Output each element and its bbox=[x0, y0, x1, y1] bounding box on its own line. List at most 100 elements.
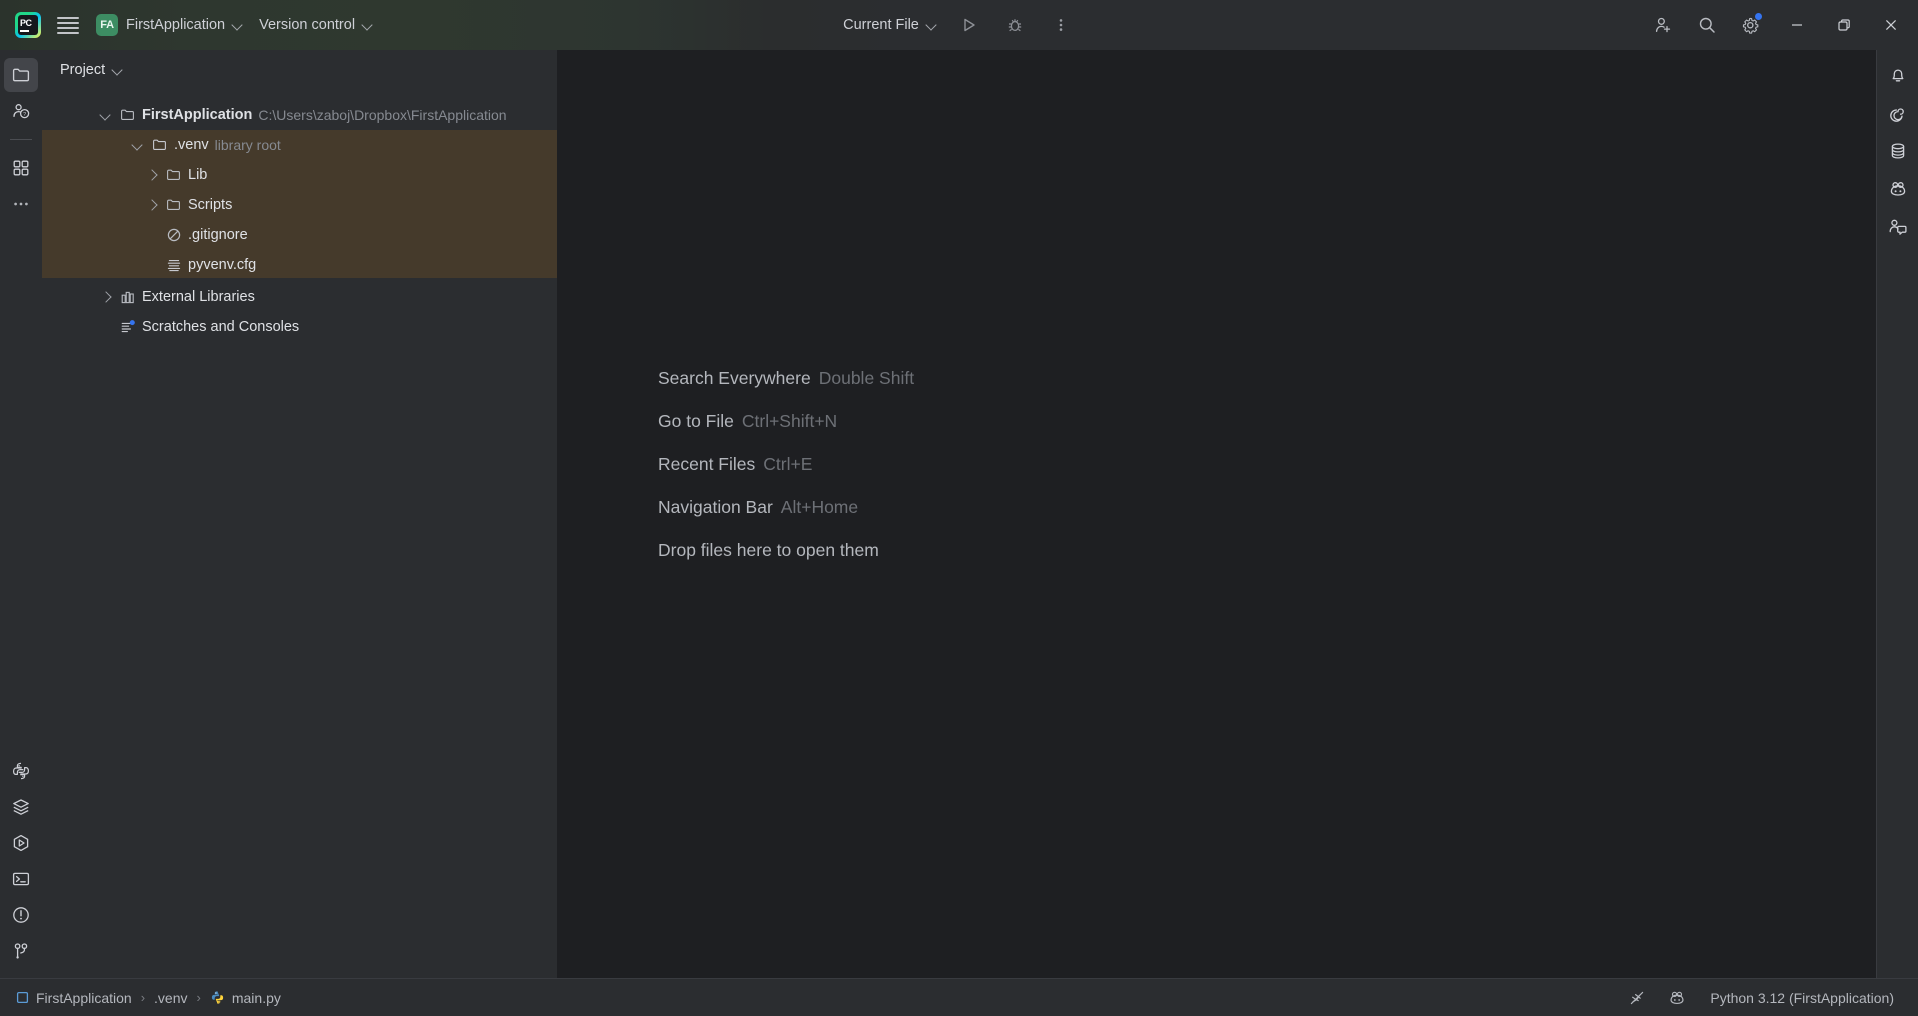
people-chat-icon bbox=[1888, 217, 1908, 237]
gitignore-icon bbox=[166, 227, 182, 243]
sidebar-item-problems[interactable] bbox=[4, 898, 38, 932]
project-widget[interactable]: FA FirstApplication bbox=[88, 10, 251, 40]
layers-icon bbox=[11, 797, 31, 817]
breadcrumb-main-py[interactable]: main.py bbox=[204, 987, 287, 1009]
pycharm-logo-icon: PC bbox=[15, 12, 41, 38]
breadcrumb-firstapplication[interactable]: FirstApplication bbox=[10, 987, 138, 1009]
bot-icon bbox=[1668, 989, 1686, 1007]
project-tool-window: Project FirstApplication C:\Users\ bbox=[42, 50, 557, 978]
chevron-down-icon[interactable] bbox=[98, 107, 114, 123]
sidebar-item-python-console[interactable] bbox=[4, 754, 38, 788]
project-pane-header: Project bbox=[42, 50, 557, 90]
tree-row-pyvenv-cfg[interactable]: pyvenv.cfg bbox=[42, 250, 557, 280]
sidebar-item-run[interactable] bbox=[4, 826, 38, 860]
tree-row-secondary: C:\Users\zaboj\Dropbox\FirstApplication bbox=[258, 107, 506, 123]
project-pane-title: Project bbox=[60, 62, 105, 78]
sidebar-item-database[interactable] bbox=[1881, 134, 1915, 168]
hint-shortcut: Ctrl+Shift+N bbox=[742, 411, 837, 431]
folder-icon bbox=[166, 197, 182, 213]
breadcrumb-venv[interactable]: .venv bbox=[148, 987, 193, 1009]
svg-text:?: ? bbox=[23, 112, 26, 118]
tree-row-gitignore[interactable]: .gitignore bbox=[42, 220, 557, 250]
version-control-label: Version control bbox=[259, 17, 355, 33]
tree-row-label: FirstApplication bbox=[142, 107, 252, 123]
tree-row-scripts[interactable]: Scripts bbox=[42, 190, 557, 220]
project-name-label: FirstApplication bbox=[126, 17, 225, 33]
library-icon bbox=[120, 289, 136, 305]
tree-row-lib[interactable]: Lib bbox=[42, 160, 557, 190]
settings-update-badge bbox=[1755, 13, 1762, 20]
sidebar-item-plugins[interactable] bbox=[4, 151, 38, 185]
hint-action: Go to File bbox=[658, 411, 734, 431]
tree-row-label: pyvenv.cfg bbox=[188, 257, 256, 273]
tree-row-firstapplication[interactable]: FirstApplication C:\Users\zaboj\Dropbox\… bbox=[42, 100, 557, 130]
sidebar-item-notifications[interactable] bbox=[1881, 58, 1915, 92]
tree-row-venv[interactable]: .venv library root bbox=[42, 130, 557, 160]
junie-status-button[interactable] bbox=[1664, 985, 1690, 1011]
sidebar-item-learn[interactable]: ? bbox=[4, 94, 38, 128]
hint-navigation-bar[interactable]: Navigation BarAlt+Home bbox=[658, 497, 914, 518]
search-icon bbox=[1697, 15, 1717, 35]
sidebar-item-code-with-me[interactable] bbox=[1881, 210, 1915, 244]
sidebar-item-python-packages[interactable] bbox=[4, 790, 38, 824]
sidebar-item-project[interactable] bbox=[4, 58, 38, 92]
breadcrumb-label: FirstApplication bbox=[36, 990, 132, 1006]
hint-recent-files[interactable]: Recent FilesCtrl+E bbox=[658, 454, 914, 475]
sidebar-item-ai-assistant[interactable] bbox=[1881, 96, 1915, 130]
project-view-selector[interactable]: Project bbox=[54, 57, 129, 83]
sidebar-item-more-tool-windows[interactable] bbox=[4, 187, 38, 221]
run-icon bbox=[960, 16, 978, 34]
spiral-icon bbox=[1888, 103, 1908, 123]
restore-icon bbox=[1837, 18, 1851, 32]
editor-hint-list: Search EverywhereDouble Shift Go to File… bbox=[658, 368, 914, 561]
run-configuration-selector[interactable]: Current File bbox=[835, 10, 945, 40]
tree-row-secondary: library root bbox=[215, 137, 281, 153]
tree-row-external-libraries[interactable]: External Libraries bbox=[42, 282, 557, 312]
main-menu-button[interactable] bbox=[48, 5, 88, 45]
hint-shortcut: Alt+Home bbox=[781, 497, 858, 517]
editor-empty-area[interactable]: Search EverywhereDouble Shift Go to File… bbox=[557, 50, 1876, 978]
python-interpreter-widget[interactable]: Python 3.12 (FirstApplication) bbox=[1704, 987, 1900, 1009]
hint-search-everywhere[interactable]: Search EverywhereDouble Shift bbox=[658, 368, 914, 389]
inspections-widget[interactable] bbox=[1624, 985, 1650, 1011]
hint-action: Drop files here to open them bbox=[658, 540, 879, 560]
sidebar-item-version-control[interactable] bbox=[4, 934, 38, 968]
search-button[interactable] bbox=[1685, 3, 1729, 47]
config-file-icon bbox=[166, 257, 182, 273]
project-tree[interactable]: FirstApplication C:\Users\zaboj\Dropbox\… bbox=[42, 90, 557, 978]
grid-squares-icon bbox=[11, 158, 31, 178]
hint-action: Search Everywhere bbox=[658, 368, 811, 388]
version-control-widget[interactable]: Version control bbox=[251, 10, 381, 40]
maximize-button[interactable] bbox=[1820, 0, 1867, 50]
left-rail-bottom bbox=[4, 754, 38, 978]
run-button[interactable] bbox=[947, 3, 991, 47]
hamburger-menu-icon bbox=[57, 17, 79, 34]
tree-row-scratches-and-consoles[interactable]: Scratches and Consoles bbox=[42, 312, 557, 342]
chevron-right-icon[interactable] bbox=[144, 167, 160, 183]
close-button[interactable] bbox=[1867, 0, 1914, 50]
settings-button[interactable] bbox=[1729, 3, 1773, 47]
folder-icon bbox=[166, 167, 182, 183]
chevron-down-icon[interactable] bbox=[130, 137, 146, 153]
minimize-icon bbox=[1790, 18, 1804, 32]
tree-row-label: External Libraries bbox=[142, 289, 255, 305]
chevron-down-icon bbox=[233, 20, 243, 30]
sidebar-item-terminal[interactable] bbox=[4, 862, 38, 896]
sidebar-item-junie[interactable] bbox=[1881, 172, 1915, 206]
python-icon bbox=[11, 761, 31, 781]
minimize-button[interactable] bbox=[1773, 0, 1820, 50]
inspections-off-icon bbox=[1628, 989, 1646, 1007]
hint-go-to-file[interactable]: Go to File Ctrl+Shift+N bbox=[658, 411, 914, 432]
scratches-icon bbox=[120, 319, 136, 335]
debug-button[interactable] bbox=[993, 3, 1037, 47]
more-actions-button[interactable] bbox=[1039, 3, 1083, 47]
title-bar-right bbox=[1641, 0, 1918, 50]
more-vertical-icon bbox=[1052, 16, 1070, 34]
code-with-me-button[interactable] bbox=[1641, 3, 1685, 47]
more-horizontal-icon bbox=[11, 194, 31, 214]
pycharm-logo[interactable]: PC bbox=[8, 5, 48, 45]
chevron-right-icon[interactable] bbox=[98, 289, 114, 305]
status-bar: FirstApplication › .venv › main.py bbox=[0, 978, 1918, 1016]
chevron-right-icon[interactable] bbox=[144, 197, 160, 213]
tree-row-label: .venv bbox=[174, 137, 209, 153]
